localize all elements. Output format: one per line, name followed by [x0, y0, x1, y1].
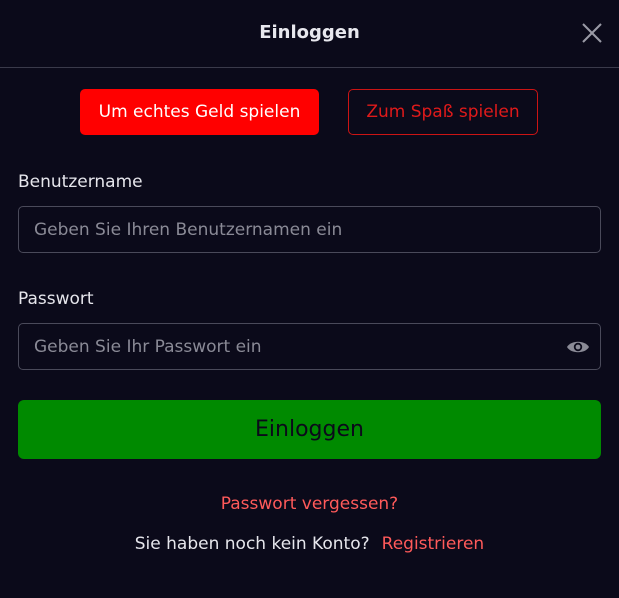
register-row: Sie haben noch kein Konto? Registrieren: [0, 534, 619, 554]
play-mode-selector: Um echtes Geld spielen Zum Spaß spielen: [0, 89, 619, 135]
for-fun-button[interactable]: Zum Spaß spielen: [348, 89, 538, 135]
forgot-password-link[interactable]: Passwort vergessen?: [221, 494, 398, 514]
login-submit-button[interactable]: Einloggen: [18, 400, 601, 459]
forgot-password-row: Passwort vergessen?: [0, 494, 619, 514]
username-input[interactable]: [19, 207, 600, 252]
real-money-button[interactable]: Um echtes Geld spielen: [80, 89, 319, 135]
password-input[interactable]: [19, 324, 600, 369]
password-label: Passwort: [18, 289, 94, 309]
no-account-text: Sie haben noch kein Konto?: [134, 534, 370, 554]
eye-icon[interactable]: [566, 336, 590, 358]
register-link[interactable]: Registrieren: [382, 534, 485, 554]
modal-header: Einloggen: [0, 0, 619, 68]
password-field-wrapper: [18, 323, 601, 370]
username-field-wrapper: [18, 206, 601, 253]
username-label: Benutzername: [18, 172, 143, 192]
login-modal: Einloggen Um echtes Geld spielen Zum Spa…: [0, 0, 619, 598]
modal-title: Einloggen: [259, 22, 360, 43]
close-icon[interactable]: [581, 22, 603, 44]
